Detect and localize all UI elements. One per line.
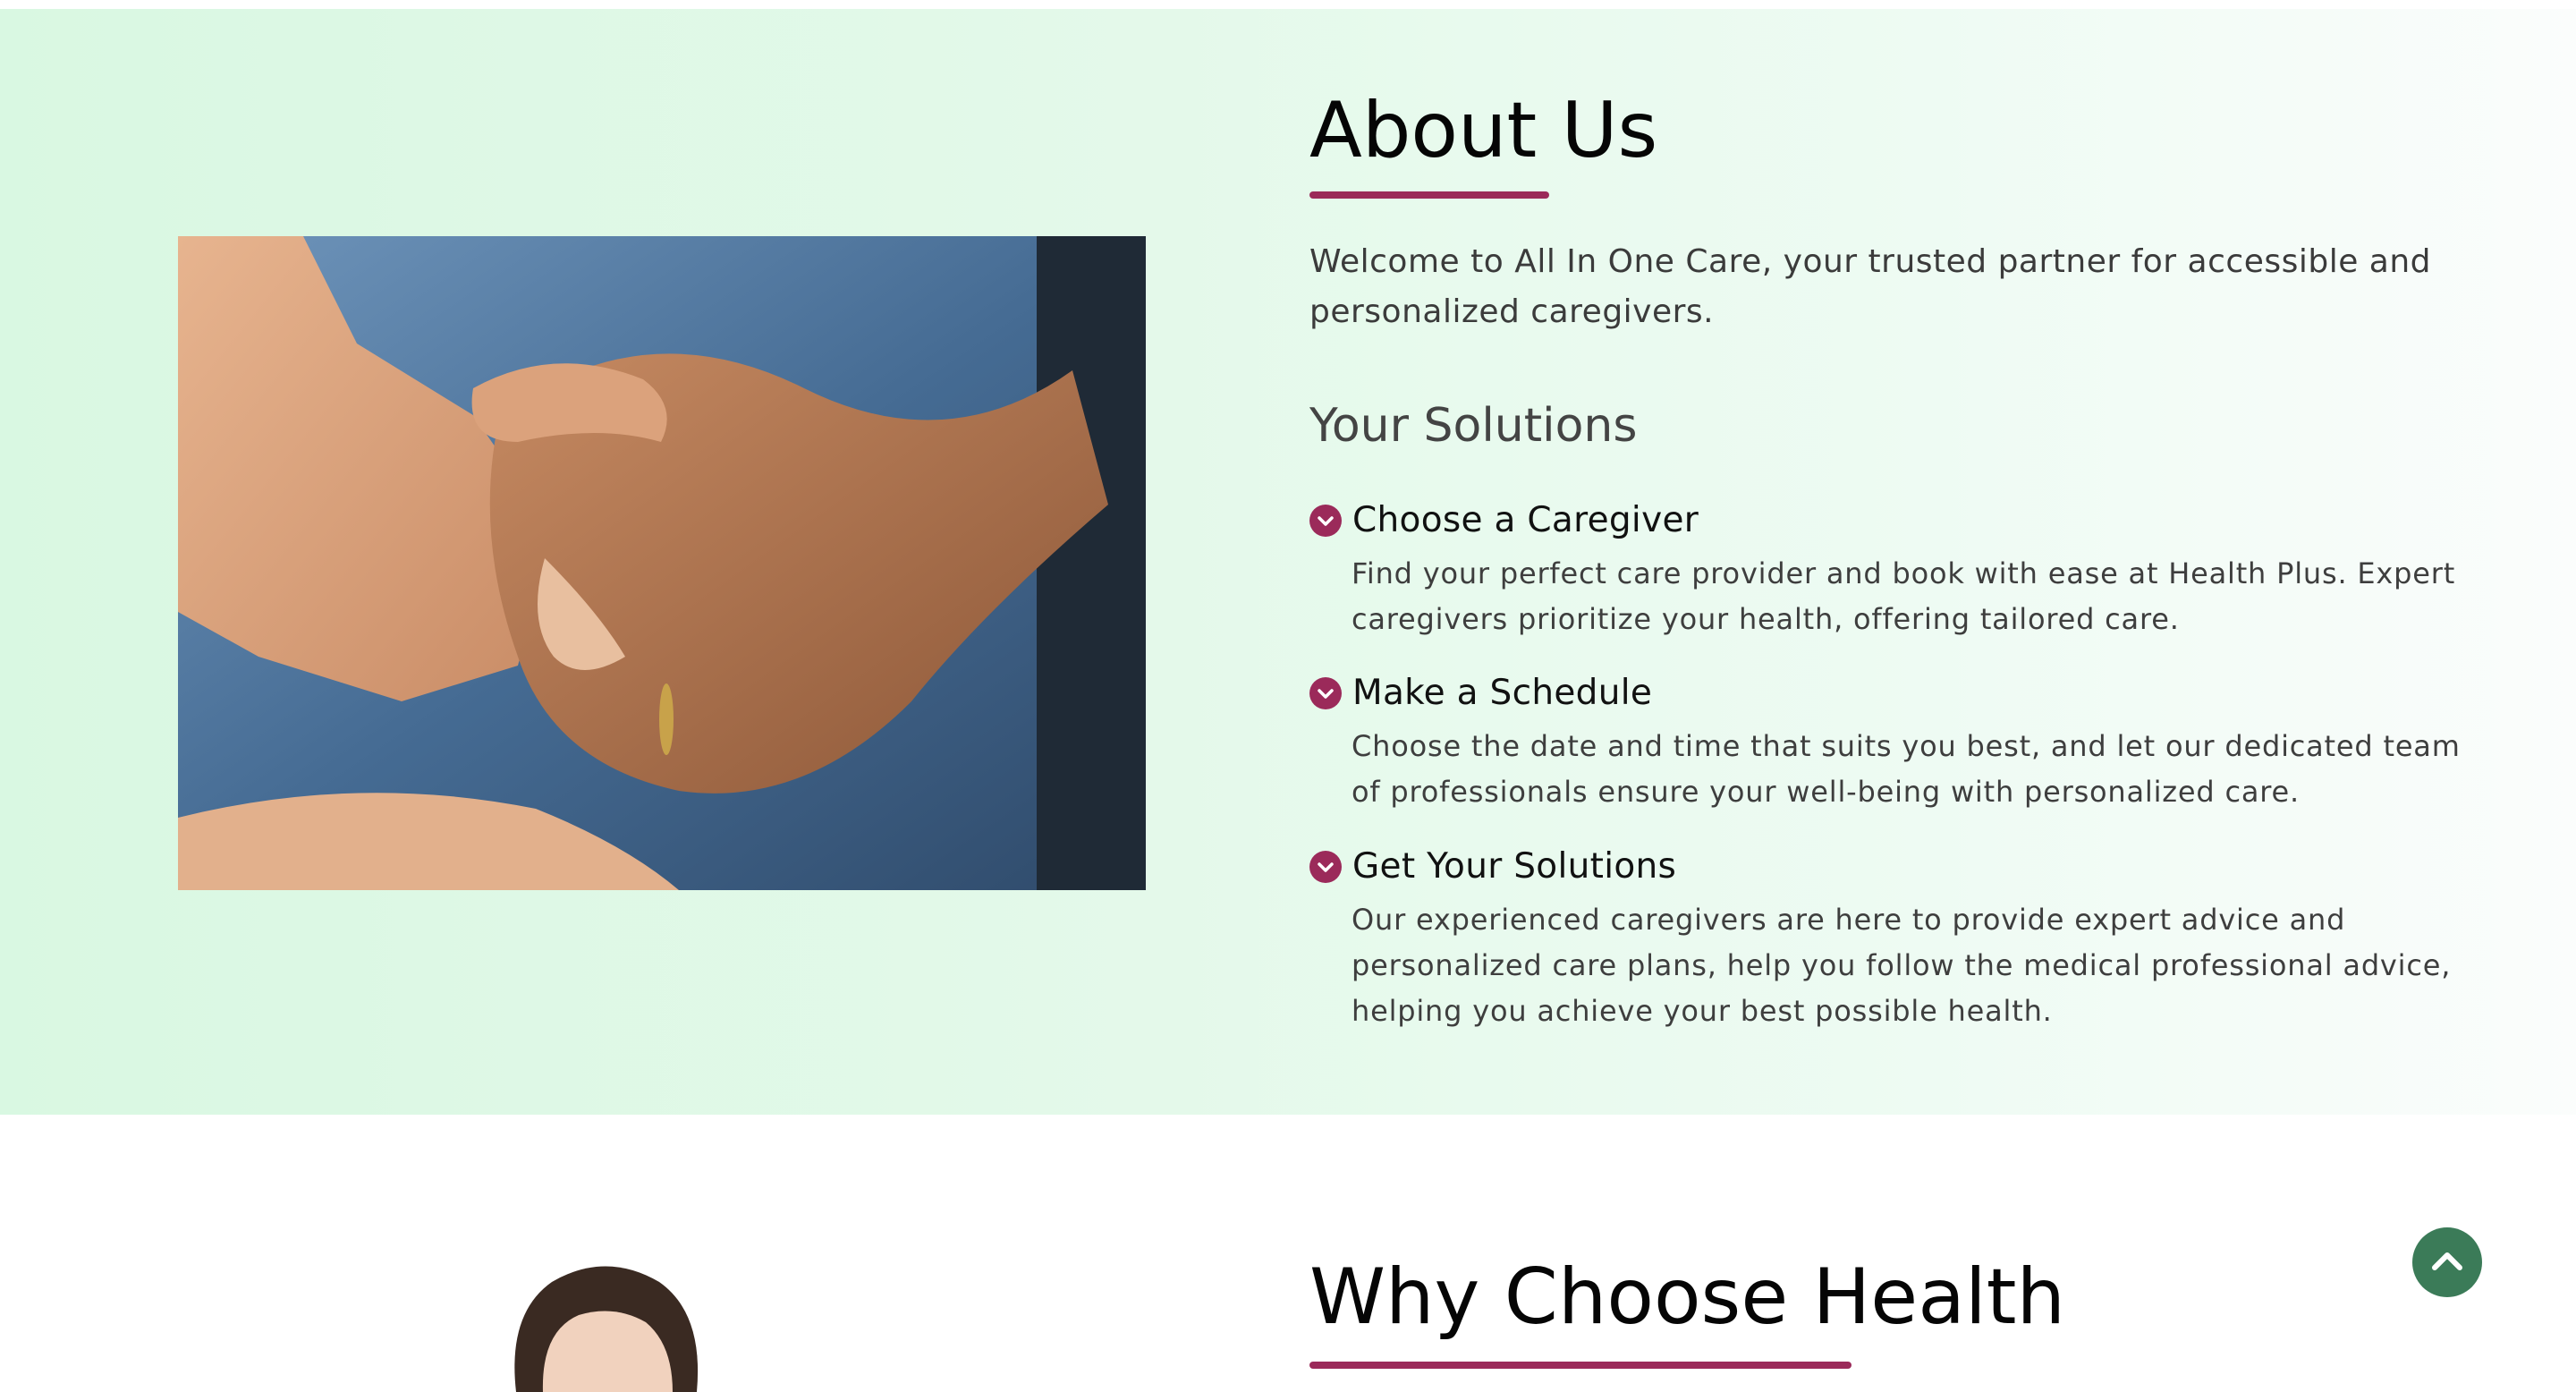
chevron-down-circle-icon: [1309, 851, 1342, 883]
solution-item-header: Choose a Caregiver: [1309, 496, 2472, 546]
person-photo: [489, 1260, 722, 1392]
solution-item-choose-caregiver[interactable]: Choose a Caregiver Find your perfect car…: [1309, 496, 2472, 642]
solution-title: Get Your Solutions: [1352, 846, 1677, 887]
about-intro: Welcome to All In One Care, your trusted…: [1309, 243, 2432, 330]
solution-title: Make a Schedule: [1352, 673, 1653, 713]
solution-item-header: Get Your Solutions: [1309, 842, 2472, 892]
why-title-underline: [1309, 1362, 1852, 1369]
about-section: About Us Welcome to All In One Care, you…: [0, 9, 2576, 1115]
solution-description: Choose the date and time that suits you …: [1352, 729, 2461, 809]
chevron-down-circle-icon: [1309, 677, 1342, 709]
scroll-to-top-button[interactable]: [2412, 1227, 2482, 1297]
chevron-down-circle-icon: [1309, 505, 1342, 537]
about-title: About Us: [1309, 86, 1658, 175]
solution-item-header: Make a Schedule: [1309, 668, 2472, 718]
solution-title: Choose a Caregiver: [1352, 500, 1699, 540]
solutions-heading: Your Solutions: [1309, 399, 1638, 453]
chevron-up-icon: [2432, 1252, 2462, 1270]
solution-description: Find your perfect care provider and book…: [1352, 556, 2456, 636]
solution-item-get-solutions[interactable]: Get Your Solutions Our experienced careg…: [1309, 842, 2472, 1034]
solution-description: Our experienced caregivers are here to p…: [1352, 903, 2452, 1028]
solution-item-make-schedule[interactable]: Make a Schedule Choose the date and time…: [1309, 668, 2472, 815]
why-choose-title: Why Choose Health: [1309, 1252, 2066, 1342]
about-title-underline: [1309, 191, 1549, 199]
about-image: [178, 236, 1146, 890]
